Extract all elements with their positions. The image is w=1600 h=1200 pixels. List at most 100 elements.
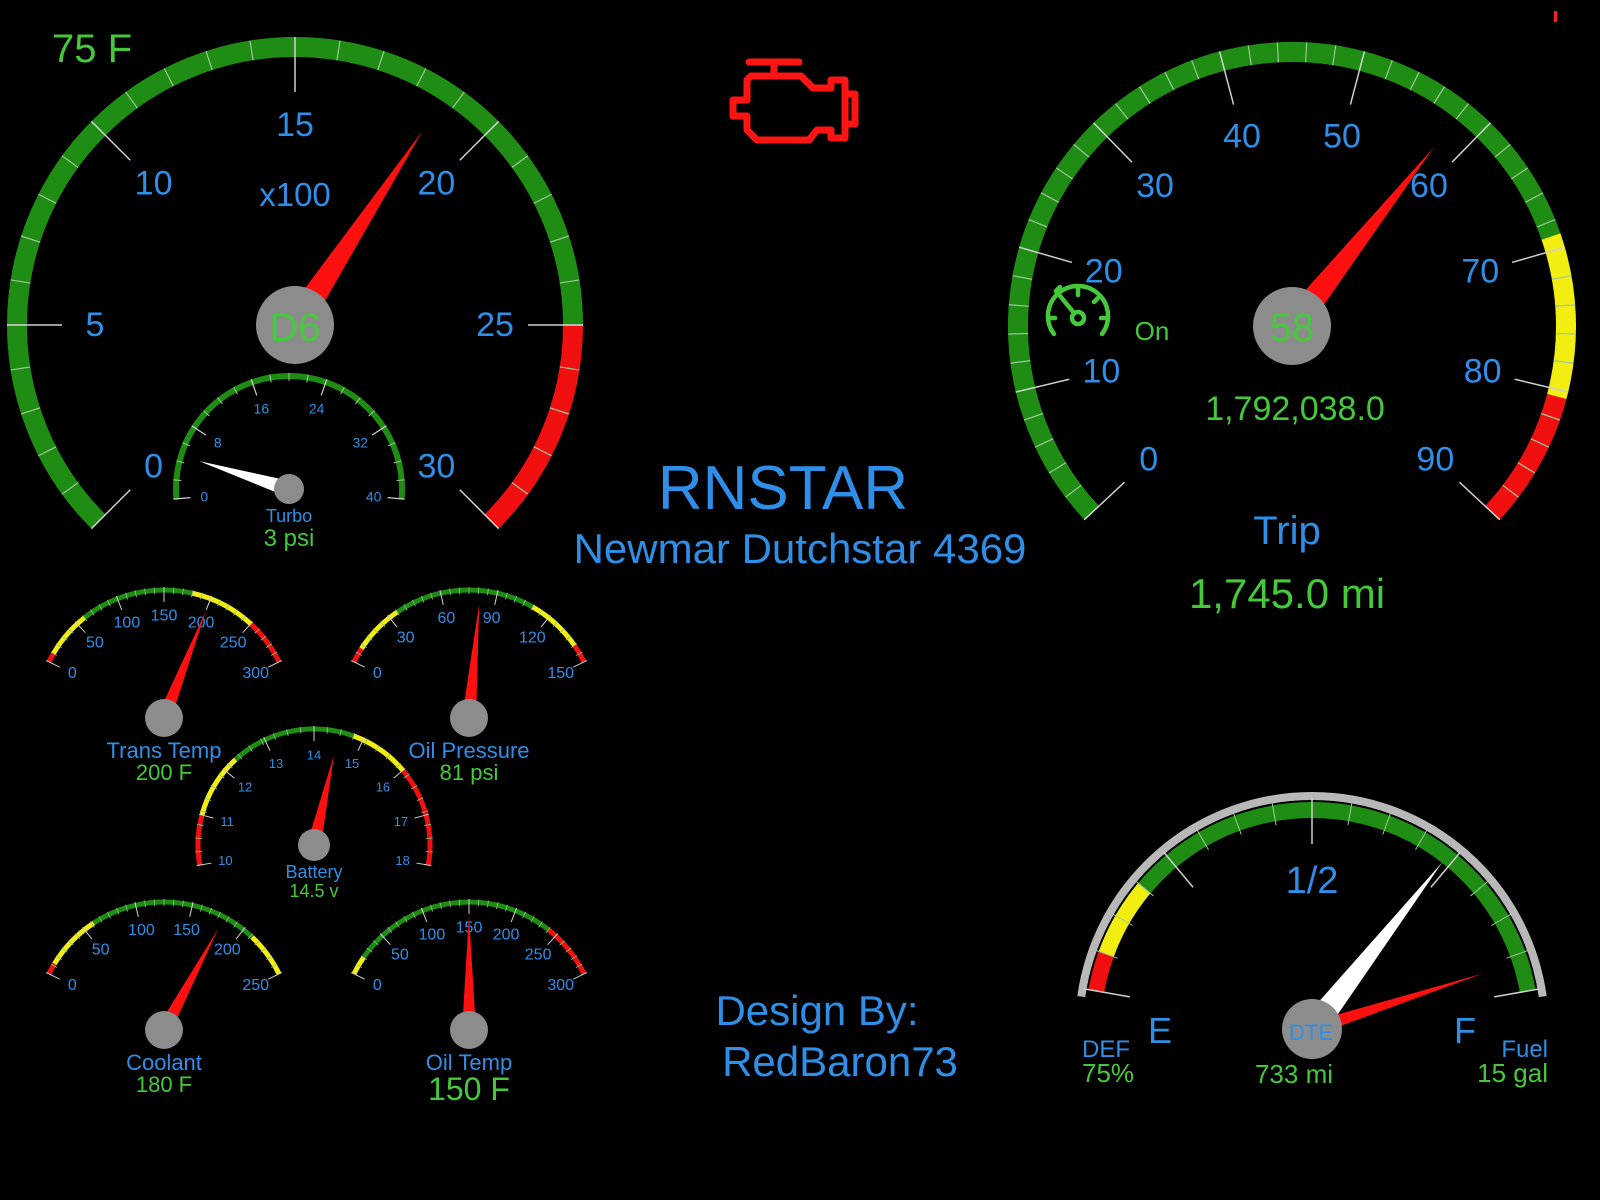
speedo-yellow-zone xyxy=(1541,233,1576,400)
trans-tick-label: 300 xyxy=(242,665,269,682)
fuel-major-tick xyxy=(1084,988,1130,998)
fuel-major-tick xyxy=(1494,988,1540,998)
battery-tick-label: 12 xyxy=(238,780,252,795)
oilt-hub xyxy=(450,1011,488,1049)
oilp-tick-label: 150 xyxy=(547,665,574,682)
battery-tick-label: 10 xyxy=(218,853,232,868)
oilt-gauge: 050100150200250300 xyxy=(351,899,587,1049)
turbo-tick-label: 8 xyxy=(214,435,222,451)
fuel-half-mark: 1/2 xyxy=(1286,860,1339,902)
tach-tick-label: 25 xyxy=(476,306,514,344)
oil-temp-value: 150 F xyxy=(428,1071,510,1107)
tach-red-zone xyxy=(484,324,583,529)
cruise-control-icon[interactable] xyxy=(1045,283,1111,337)
fuel-full-mark: F xyxy=(1454,1010,1476,1051)
battery-tick-label: 13 xyxy=(269,756,283,771)
tachometer-gauge: 0 5 10 15 20 25 30 xyxy=(7,37,583,530)
oilt-tick-label: 0 xyxy=(373,977,382,994)
speedometer-gauge: 010203040 5060708090 xyxy=(1008,42,1576,521)
oilt-major-tick xyxy=(573,972,587,980)
app-title: RNSTAR xyxy=(658,454,908,523)
oilp-tick-label: 90 xyxy=(483,610,501,627)
oilt-tick-label: 50 xyxy=(391,946,409,963)
oilp-major-tick xyxy=(573,660,587,668)
trans-major-tick xyxy=(268,660,282,668)
coolant-major-tick xyxy=(268,972,282,980)
turbo-tick-label: 32 xyxy=(352,435,368,451)
speedo-tick-label: 0 xyxy=(1139,441,1158,479)
trip-value: 1,745.0 mi xyxy=(1189,570,1385,617)
tach-tick-label: 0 xyxy=(144,447,163,485)
outside-temp: 75 F xyxy=(52,27,132,71)
trans-zone xyxy=(46,652,56,663)
trans-zone xyxy=(249,622,282,664)
battery-zone xyxy=(199,757,238,816)
trans-tick-label: 150 xyxy=(151,608,178,625)
fuel-value: 15 gal xyxy=(1477,1058,1548,1088)
tach-unit-label: x100 xyxy=(259,176,331,213)
def-value: 75% xyxy=(1082,1058,1134,1088)
oilp-zone xyxy=(351,647,364,664)
trans-zone xyxy=(51,615,87,655)
battery-tick-label: 14 xyxy=(307,748,321,763)
oilp-tick-label: 30 xyxy=(397,630,415,647)
oilp-gauge: 0 30 60 90 120 150 xyxy=(351,587,587,737)
trans-tick-label: 250 xyxy=(220,634,247,651)
speed-readout: 58 xyxy=(1270,306,1315,350)
dte-label: DTE xyxy=(1289,1020,1333,1045)
turbo-gauge: 0 8 16 24 32 40 xyxy=(173,373,405,504)
turbo-tick-label: 16 xyxy=(254,401,270,417)
status-marker xyxy=(1554,11,1557,22)
coolant-tick-label: 250 xyxy=(242,977,269,994)
turbo-tick-label: 0 xyxy=(200,488,208,504)
vehicle-name: Newmar Dutchstar 4369 xyxy=(574,525,1027,572)
trans-tick-label: 50 xyxy=(86,634,104,651)
gear-indicator: D6 xyxy=(269,306,320,350)
trip-label: Trip xyxy=(1253,509,1320,553)
oilt-tick-label: 300 xyxy=(547,977,574,994)
battery-value: 14.5 v xyxy=(289,881,338,901)
turbo-minor-tick xyxy=(396,479,405,482)
oilp-tick-label: 60 xyxy=(438,610,456,627)
speedo-tick-label: 90 xyxy=(1416,441,1454,479)
oilp-major-tick xyxy=(351,660,365,668)
speedo-tick-label: 30 xyxy=(1136,167,1174,205)
oilt-minor-tick xyxy=(458,899,461,907)
oilt-tick-label: 100 xyxy=(419,926,446,943)
trans-tick-label: 0 xyxy=(68,665,77,682)
battery-tick-label: 17 xyxy=(394,814,408,829)
speedo-tick-label: 20 xyxy=(1085,253,1123,291)
credit-label: Design By: xyxy=(715,987,918,1034)
coolant-zone xyxy=(250,935,282,976)
speedo-minor-tick xyxy=(1555,332,1576,335)
battery-zone xyxy=(352,733,405,773)
battery-zone xyxy=(233,726,355,762)
oilt-major-tick xyxy=(351,972,365,980)
speedo-minor-tick xyxy=(1008,332,1029,335)
coolant-tick-label: 150 xyxy=(173,922,200,939)
battery-label: Battery xyxy=(285,862,342,882)
coolant-hub xyxy=(145,1011,183,1049)
battery-tick-label: 15 xyxy=(345,756,359,771)
tach-tick-label: 30 xyxy=(418,447,456,485)
turbo-label: Turbo xyxy=(266,506,312,526)
battery-gauge: 10 11 12 13 14 15 16 17 18 xyxy=(195,726,433,868)
tach-tick-label: 15 xyxy=(276,106,314,144)
credit-author: RedBaron73 xyxy=(722,1038,958,1085)
fuel-red-zone xyxy=(1088,951,1114,993)
coolant-tick-label: 100 xyxy=(128,922,155,939)
speedo-tick-label: 50 xyxy=(1323,117,1361,155)
tach-tick-label: 20 xyxy=(418,165,456,203)
battery-tick-label: 18 xyxy=(395,853,409,868)
oilt-tick-label: 200 xyxy=(493,926,520,943)
turbo-minor-tick xyxy=(173,479,182,482)
turbo-value: 3 psi xyxy=(264,525,315,552)
coolant-tick-label: 0 xyxy=(68,977,77,994)
oilp-minor-tick xyxy=(477,587,480,595)
cruise-status: On xyxy=(1135,316,1170,346)
coolant-minor-tick xyxy=(172,899,175,907)
oilp-tick-label: 0 xyxy=(373,665,382,682)
oilp-minor-tick xyxy=(458,587,461,595)
speedo-tick-label: 40 xyxy=(1223,117,1261,155)
oil-pressure-value: 81 psi xyxy=(440,760,499,785)
